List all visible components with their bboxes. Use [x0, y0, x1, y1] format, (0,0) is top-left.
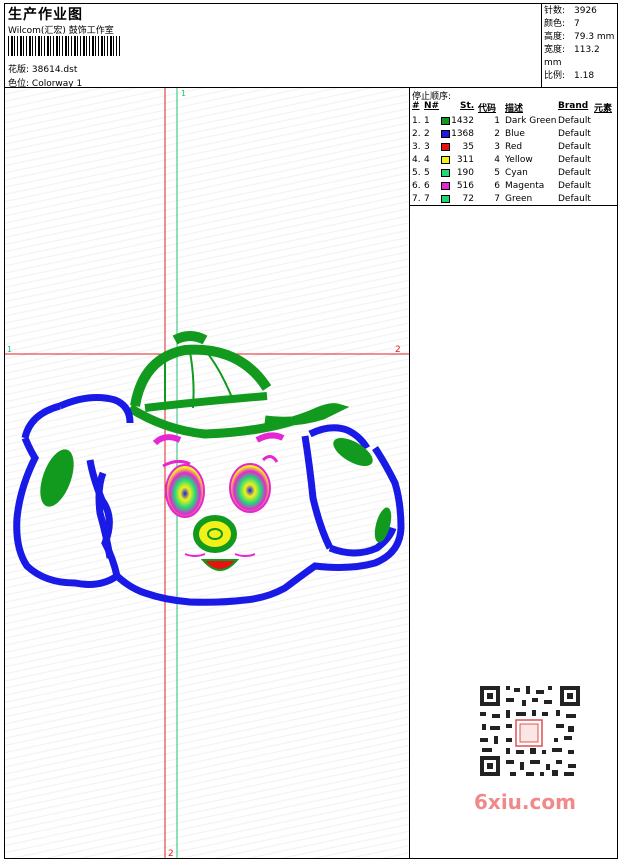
- row-number: 6.: [412, 181, 421, 191]
- right-lashes: [261, 455, 279, 463]
- row-brand: Default: [558, 116, 591, 126]
- row-code: 6: [494, 181, 500, 191]
- row-description: Red: [505, 142, 523, 152]
- row-description: Yellow: [505, 155, 533, 165]
- row-code: 3: [494, 142, 500, 152]
- row-stitches: 190: [456, 168, 474, 178]
- table-row: 1. 1 1432 1 Dark Green Default: [412, 115, 617, 128]
- row-needle: 4: [424, 155, 430, 165]
- marker-red-right: 2: [395, 345, 401, 355]
- col-element: 元素: [594, 104, 613, 114]
- col-desc: 描述: [505, 104, 524, 114]
- row-code: 2: [494, 129, 500, 139]
- file-name: 花版: 38614.dst: [8, 62, 77, 75]
- row-stitches: 72: [462, 194, 474, 204]
- col-n: N#: [424, 101, 440, 111]
- row-stitches: 1368: [451, 129, 474, 139]
- color-swatch: [441, 130, 450, 138]
- marker-red-left: 1: [7, 345, 12, 354]
- color-swatch: [441, 143, 450, 151]
- row-description: Cyan: [505, 168, 528, 178]
- row-number: 3.: [412, 142, 421, 152]
- barcode: [8, 36, 120, 56]
- row-brand: Default: [558, 155, 591, 165]
- row-brand: Default: [558, 168, 591, 178]
- row-stitches: 516: [456, 181, 474, 191]
- row-number: 7.: [412, 194, 421, 204]
- row-number: 1.: [412, 116, 421, 126]
- watermark-logo: 6xiu.com: [474, 790, 576, 814]
- stat-colors: 颜色: 7: [544, 19, 580, 29]
- col-brand: Brand: [558, 101, 589, 111]
- color-swatch: [441, 182, 450, 190]
- left-eyebrow: [152, 434, 182, 446]
- row-stitches: 1432: [451, 116, 474, 126]
- row-code: 4: [494, 155, 500, 165]
- row-code: 1: [494, 116, 500, 126]
- stat-stitches: 针数: 3926: [544, 6, 597, 16]
- right-eye: [229, 463, 271, 513]
- row-needle: 7: [424, 194, 430, 204]
- stats-divider: [541, 3, 542, 87]
- row-number: 2.: [412, 129, 421, 139]
- table-row: 3. 3 35 3 Red Default: [412, 141, 617, 154]
- embroidery-preview: 1 1 2 2: [5, 88, 409, 858]
- design-canvas: 1 1 2 2: [5, 88, 409, 858]
- sheet-title: 生产作业图: [8, 7, 83, 23]
- row-needle: 2: [424, 129, 430, 139]
- hat-outline: [127, 331, 350, 439]
- row-brand: Default: [558, 142, 591, 152]
- row-description: Green: [505, 194, 533, 204]
- marker-green-top: 1: [181, 89, 186, 98]
- color-swatch: [441, 195, 450, 203]
- col-code: 代码: [478, 104, 497, 114]
- table-row: 6. 6 516 6 Magenta Default: [412, 180, 617, 193]
- row-description: Dark Green: [505, 116, 557, 126]
- row-stitches: 35: [462, 142, 474, 152]
- color-swatch: [441, 156, 450, 164]
- table-row: 5. 5 190 5 Cyan Default: [412, 167, 617, 180]
- right-eyebrow: [255, 432, 285, 443]
- row-brand: Default: [558, 129, 591, 139]
- row-description: Blue: [505, 129, 525, 139]
- right-ear-patch: [333, 438, 373, 466]
- left-eye: [165, 464, 205, 518]
- table-row: 2. 2 1368 2 Blue Default: [412, 128, 617, 141]
- row-code: 7: [494, 194, 500, 204]
- stat-scale: 比例: 1.18: [544, 71, 595, 81]
- stat-width: 宽度: 113.2 mm: [544, 45, 600, 68]
- ears-outline: [13, 394, 405, 606]
- col-num: #: [412, 101, 420, 111]
- sheet-subtitle: Wilcom(汇宏) 鼓饰工作室: [8, 26, 114, 36]
- col-st: St.: [460, 101, 475, 111]
- panel-separator: [410, 205, 617, 206]
- row-code: 5: [494, 168, 500, 178]
- stat-height: 高度: 79.3 mm: [544, 32, 615, 42]
- row-brand: Default: [558, 181, 591, 191]
- color-swatch: [441, 169, 450, 177]
- row-needle: 1: [424, 116, 430, 126]
- design-stats: 针数: 3926 颜色: 7 高度: 79.3 mm 宽度: 113.2 mm 比例: 1…: [544, 5, 620, 83]
- mouth-line: [184, 553, 256, 557]
- row-needle: 3: [424, 142, 430, 152]
- tongue: [200, 559, 240, 571]
- file-value: 38614.dst: [31, 65, 78, 75]
- row-needle: 6: [424, 181, 430, 191]
- color-swatch: [441, 117, 450, 125]
- row-number: 5.: [412, 168, 421, 178]
- nose-center: [207, 528, 223, 540]
- table-row: 4. 4 311 4 Yellow Default: [412, 154, 617, 167]
- qr-code: [470, 680, 582, 780]
- row-brand: Default: [558, 194, 591, 204]
- marker-red-bottom: 2: [168, 849, 174, 858]
- row-needle: 5: [424, 168, 430, 178]
- row-stitches: 311: [456, 155, 474, 165]
- row-number: 4.: [412, 155, 421, 165]
- row-description: Magenta: [505, 181, 545, 191]
- left-ear-patch: [40, 449, 74, 507]
- file-label: 花版:: [8, 65, 30, 75]
